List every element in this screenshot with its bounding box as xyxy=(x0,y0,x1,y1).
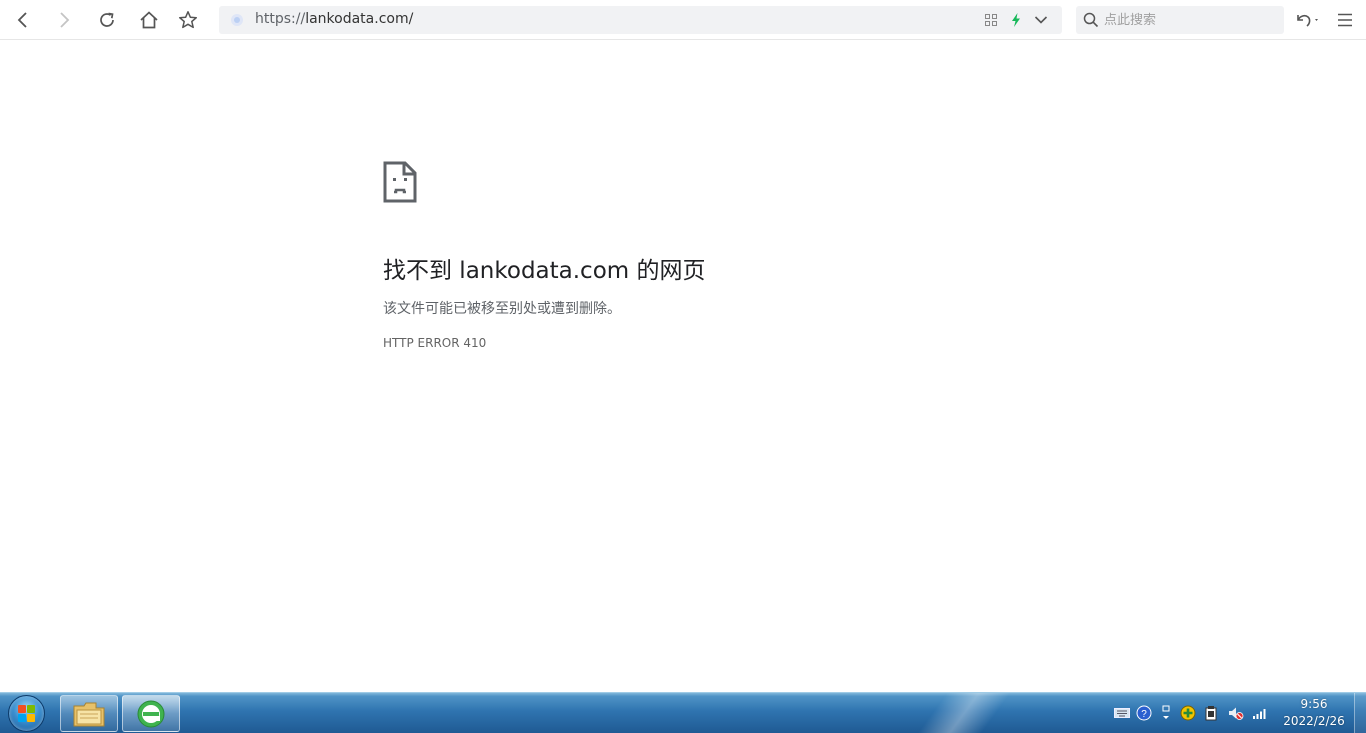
bookmark-button[interactable] xyxy=(174,7,202,33)
menu-button[interactable] xyxy=(1331,7,1359,33)
undo-button[interactable] xyxy=(1290,7,1324,33)
sad-document-icon xyxy=(383,161,417,207)
start-button[interactable] xyxy=(8,695,45,732)
home-icon xyxy=(140,11,158,29)
taskbar: ? 9:56 2022/2/26 xyxy=(0,692,1366,733)
windows-logo-icon xyxy=(18,705,36,723)
back-arrow-icon xyxy=(17,12,27,28)
device-tray-icon[interactable] xyxy=(1203,705,1219,721)
reload-icon xyxy=(100,12,114,27)
browser-toolbar: https://lankodata.com/ xyxy=(0,0,1366,40)
folder-icon xyxy=(73,702,105,726)
show-hidden-icons[interactable] xyxy=(1158,705,1174,721)
browser-e-icon xyxy=(137,700,165,727)
lightning-icon[interactable] xyxy=(1008,12,1024,28)
forward-button[interactable] xyxy=(50,7,78,33)
error-code: HTTP ERROR 410 xyxy=(383,336,487,350)
keyboard-icon[interactable] xyxy=(1114,705,1130,721)
svg-text:?: ? xyxy=(1141,709,1147,720)
site-info-icon[interactable] xyxy=(231,14,243,26)
system-clock[interactable]: 9:56 2022/2/26 xyxy=(1278,696,1350,730)
home-button[interactable] xyxy=(135,7,163,33)
qr-code-icon[interactable] xyxy=(983,12,999,28)
search-input[interactable] xyxy=(1104,10,1274,30)
back-button[interactable] xyxy=(9,7,37,33)
reload-button[interactable] xyxy=(93,7,121,33)
security-tray-icon[interactable] xyxy=(1180,705,1196,721)
error-description: 该文件可能已被移至别处或遭到删除。 xyxy=(383,301,621,317)
clock-date: 2022/2/26 xyxy=(1283,714,1345,728)
search-icon xyxy=(1083,12,1099,32)
error-title: 找不到 lankodata.com 的网页 xyxy=(383,258,706,284)
address-url[interactable]: https://lankodata.com/ xyxy=(255,11,413,27)
volume-muted-icon[interactable] xyxy=(1228,705,1244,721)
search-box[interactable] xyxy=(1076,6,1284,34)
url-host: lankodata.com/ xyxy=(305,11,414,27)
help-icon[interactable]: ? xyxy=(1136,705,1152,721)
address-bar[interactable]: https://lankodata.com/ xyxy=(219,6,1062,34)
url-protocol: https:// xyxy=(255,11,306,27)
chevron-down-icon[interactable] xyxy=(1033,12,1049,28)
star-icon xyxy=(178,11,198,29)
undo-icon xyxy=(1297,14,1318,27)
network-signal-icon[interactable] xyxy=(1252,705,1268,721)
forward-arrow-icon xyxy=(60,12,70,28)
taskbar-browser[interactable] xyxy=(122,695,180,732)
hamburger-menu-icon xyxy=(1338,13,1352,27)
taskbar-file-explorer[interactable] xyxy=(60,695,118,732)
clock-time: 9:56 xyxy=(1300,697,1328,711)
show-desktop-button[interactable] xyxy=(1354,693,1366,733)
